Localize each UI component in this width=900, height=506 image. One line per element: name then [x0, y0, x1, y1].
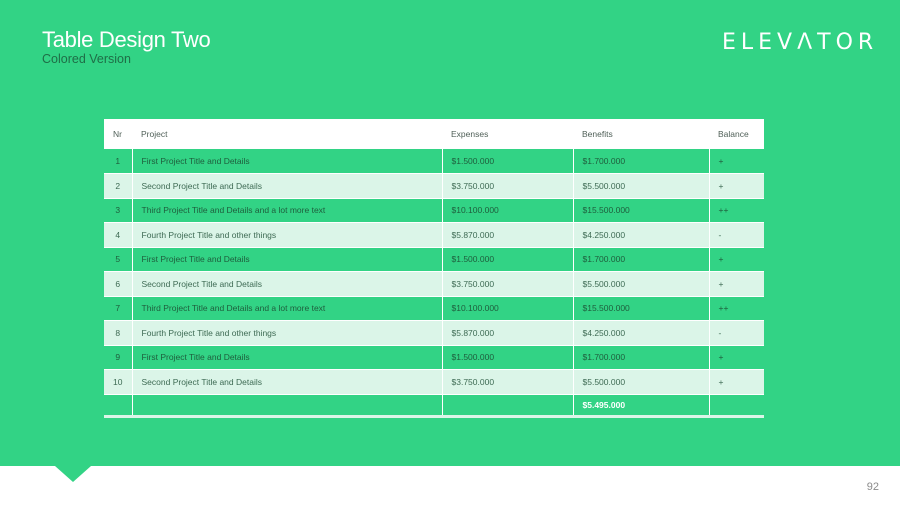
- cell-expenses: $1.500.000: [442, 345, 574, 370]
- cell-project: Second Project Title and Details: [132, 271, 443, 297]
- cell-benefits: $4.250.000: [573, 222, 710, 248]
- cell-benefits: $5.500.000: [573, 173, 710, 199]
- cell-nr: 8: [104, 320, 133, 346]
- header-project: Project: [132, 119, 442, 149]
- table-row: 1 First Project Title and Details $1.500…: [104, 149, 764, 174]
- table-row: 6 Second Project Title and Details $3.75…: [104, 271, 764, 297]
- cell-benefits: $5.500.000: [573, 271, 710, 297]
- cell-balance: +: [709, 247, 764, 272]
- cell-nr: 9: [104, 345, 133, 370]
- cell-expenses: $10.100.000: [442, 198, 574, 223]
- cell-benefits: $15.500.000: [573, 198, 710, 223]
- cell-balance: +: [709, 149, 764, 174]
- cell-nr: 10: [104, 369, 133, 395]
- total-empty-cell: [442, 394, 574, 418]
- projects-table: Nr Project Expenses Benefits Balance 1 F…: [104, 119, 764, 418]
- cell-balance: ++: [709, 198, 764, 223]
- slide-subtitle: Colored Version: [42, 52, 131, 66]
- cell-nr: 3: [104, 198, 133, 223]
- cell-project: Third Project Title and Details and a lo…: [132, 198, 443, 223]
- cell-benefits: $1.700.000: [573, 149, 710, 174]
- cell-balance: ++: [709, 296, 764, 321]
- cell-nr: 7: [104, 296, 133, 321]
- total-empty-cell: [104, 394, 133, 418]
- cell-benefits: $15.500.000: [573, 296, 710, 321]
- table-row: 2 Second Project Title and Details $3.75…: [104, 173, 764, 199]
- cell-expenses: $5.870.000: [442, 222, 574, 248]
- cell-project: Fourth Project Title and other things: [132, 222, 443, 248]
- cell-benefits: $5.500.000: [573, 369, 710, 395]
- total-empty-cell: [132, 394, 443, 418]
- cell-balance: +: [709, 271, 764, 297]
- header-nr: Nr: [104, 119, 132, 149]
- cell-balance: +: [709, 173, 764, 199]
- table-row: 7 Third Project Title and Details and a …: [104, 296, 764, 321]
- table-row: 3 Third Project Title and Details and a …: [104, 198, 764, 223]
- cell-balance: +: [709, 369, 764, 395]
- projects-table-container: Nr Project Expenses Benefits Balance 1 F…: [104, 119, 764, 418]
- cell-balance: -: [709, 222, 764, 248]
- slide-pointer-shape: [55, 466, 91, 482]
- table-header-row: Nr Project Expenses Benefits Balance: [104, 119, 764, 149]
- cell-expenses: $3.750.000: [442, 369, 574, 395]
- elevator-logo: ELEVΛTOR: [722, 30, 879, 55]
- cell-nr: 2: [104, 173, 133, 199]
- header-expenses: Expenses: [442, 119, 573, 149]
- cell-benefits: $1.700.000: [573, 345, 710, 370]
- cell-expenses: $5.870.000: [442, 320, 574, 346]
- cell-nr: 5: [104, 247, 133, 272]
- table-row: 10 Second Project Title and Details $3.7…: [104, 369, 764, 395]
- total-benefits: $5.495.000: [573, 394, 710, 418]
- slide-title: Table Design Two: [42, 27, 211, 52]
- table-row: 4 Fourth Project Title and other things …: [104, 222, 764, 248]
- cell-benefits: $1.700.000: [573, 247, 710, 272]
- cell-balance: +: [709, 345, 764, 370]
- table-row: 5 First Project Title and Details $1.500…: [104, 247, 764, 272]
- header-benefits: Benefits: [573, 119, 709, 149]
- cell-expenses: $10.100.000: [442, 296, 574, 321]
- total-empty-cell: [709, 394, 764, 418]
- cell-project: First Project Title and Details: [132, 149, 443, 174]
- cell-expenses: $3.750.000: [442, 173, 574, 199]
- cell-nr: 6: [104, 271, 133, 297]
- cell-project: First Project Title and Details: [132, 247, 443, 272]
- cell-expenses: $1.500.000: [442, 149, 574, 174]
- table-row: 8 Fourth Project Title and other things …: [104, 320, 764, 346]
- table-row: 9 First Project Title and Details $1.500…: [104, 345, 764, 370]
- cell-project: Second Project Title and Details: [132, 369, 443, 395]
- header-balance: Balance: [709, 119, 764, 149]
- page-number: 92: [866, 481, 879, 493]
- cell-nr: 1: [104, 149, 133, 174]
- cell-nr: 4: [104, 222, 133, 248]
- cell-expenses: $1.500.000: [442, 247, 574, 272]
- cell-project: Second Project Title and Details: [132, 173, 443, 199]
- cell-project: First Project Title and Details: [132, 345, 443, 370]
- cell-project: Third Project Title and Details and a lo…: [132, 296, 443, 321]
- cell-expenses: $3.750.000: [442, 271, 574, 297]
- cell-benefits: $4.250.000: [573, 320, 710, 346]
- table-total-row: $5.495.000: [104, 394, 764, 418]
- cell-project: Fourth Project Title and other things: [132, 320, 443, 346]
- cell-balance: -: [709, 320, 764, 346]
